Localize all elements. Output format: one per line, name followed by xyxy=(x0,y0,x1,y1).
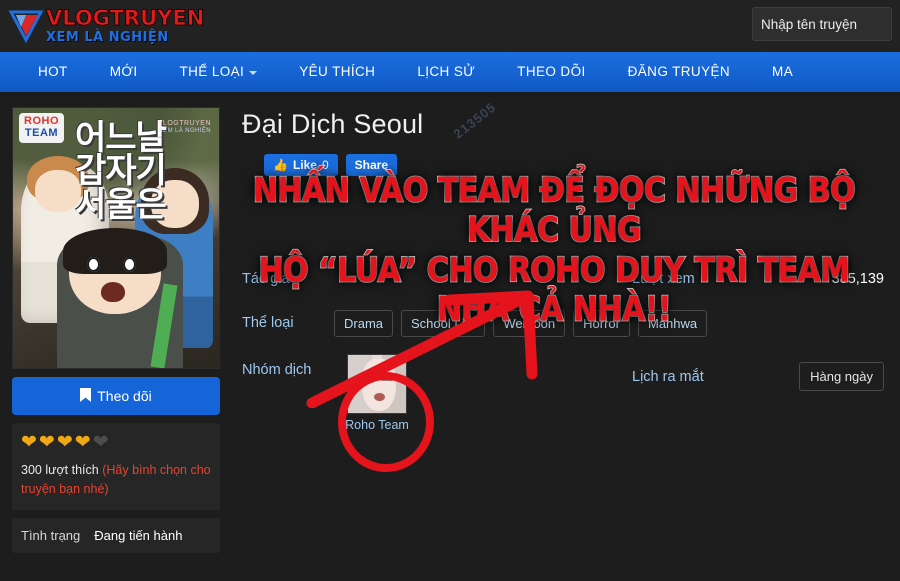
cover-watermark: VLOGTRUYEN XEM LÀ NGHIỆN xyxy=(158,120,211,134)
team-avatar[interactable] xyxy=(347,354,407,414)
site-logo[interactable]: VLOGTRUYEN XEM LÀ NGHIỆN xyxy=(0,6,205,45)
team-avatar-mouth xyxy=(374,393,385,401)
translation-team[interactable]: Roho Team xyxy=(334,354,420,432)
team-avatar-eye-left xyxy=(364,377,374,381)
bookmark-icon xyxy=(80,387,92,405)
heart-icon-5[interactable]: ❤ xyxy=(93,432,111,453)
facebook-like-count: 0 xyxy=(321,158,329,172)
chevron-down-icon xyxy=(249,71,258,75)
schedule-label: Lịch ra mắt xyxy=(632,368,704,385)
nav-label: MỚI xyxy=(109,64,138,79)
facebook-like-label: Like xyxy=(292,158,317,172)
main-nav: HOT MỚI THỂ LOẠI YÊU THÍCH LỊCH SỬ THEO … xyxy=(0,52,900,92)
genre-tag-horror[interactable]: Horror xyxy=(573,309,630,337)
heart-icon-3[interactable]: ❤ xyxy=(57,432,75,453)
nav-item-hot[interactable]: HOT xyxy=(0,52,89,92)
cover-team-badge-line2: TEAM xyxy=(24,127,59,139)
cover-team-badge: ROHO TEAM xyxy=(19,113,64,143)
cover-character-main-eye-left xyxy=(87,257,100,272)
meta-row-author-views: Tác giả Lượt xem 385,139 xyxy=(242,264,890,294)
views-value: 385,139 xyxy=(831,271,884,287)
meta-views-cell: Lượt xem 385,139 xyxy=(632,271,890,287)
schedule-value-button[interactable]: Hàng ngày xyxy=(799,362,884,391)
meta-author-cell: Tác giả xyxy=(242,271,632,287)
status-value: Đang tiến hành xyxy=(94,527,183,543)
author-label: Tác giả xyxy=(242,271,290,287)
meta-row-team-schedule: Nhóm dịch Roho Team Lịch ra mắt Hàng ngà… xyxy=(242,354,890,432)
logo-subtitle: XEM LÀ NGHIỆN xyxy=(46,30,169,45)
cover-team-badge-line1: ROHO xyxy=(24,115,59,127)
comic-sidebar: ROHO TEAM 어느날 갑자기 서울은 VLOGTRUYEN XEM LÀ … xyxy=(12,107,220,553)
likes-panel: ❤❤❤❤❤ 300 lượt thích (Hãy bình chọn cho … xyxy=(12,423,220,510)
cover-korean-title-line2: 갑자기 xyxy=(75,151,167,192)
cover-watermark-line1: VLOGTRUYEN xyxy=(157,120,211,127)
cover-character-main-eye-right xyxy=(123,257,136,272)
nav-label: MA xyxy=(772,64,794,79)
nav-item-theo-doi[interactable]: THEO DÕI xyxy=(496,52,606,92)
nav-label: YÊU THÍCH xyxy=(299,64,376,79)
page-root: VLOGTRUYEN XEM LÀ NGHIỆN HOT MỚI THỂ LOẠ… xyxy=(0,0,900,581)
follow-button-label: Theo dõi xyxy=(97,388,152,404)
logo-title: VLOGTRUYEN xyxy=(46,6,205,30)
likes-count: 300 lượt thích xyxy=(21,463,99,477)
cover-korean-title-line3: 서울은 xyxy=(75,184,167,225)
genre-tag-manhwa[interactable]: Manhwa xyxy=(637,309,708,337)
nav-label: THEO DÕI xyxy=(517,64,586,79)
genre-tag-webtoon[interactable]: Webtoon xyxy=(493,309,566,337)
cover-character-main-hair xyxy=(63,228,167,274)
nav-label: ĐĂNG TRUYỆN xyxy=(627,64,731,79)
comic-details: Đại Dịch Seoul 213505 👍 Like 0 Share Tác… xyxy=(242,99,900,553)
cover-korean-title: 어느날 갑자기 서울은 xyxy=(75,118,167,225)
follow-button[interactable]: Theo dõi xyxy=(12,377,220,415)
status-panel: Tình trạng Đang tiến hành xyxy=(12,517,220,553)
team-name-label[interactable]: Roho Team xyxy=(345,418,409,432)
team-avatar-face xyxy=(362,359,396,411)
cover-character-main-mouth xyxy=(101,282,125,302)
social-buttons: 👍 Like 0 Share xyxy=(264,154,890,176)
nav-item-truncated[interactable]: MA xyxy=(751,52,814,92)
facebook-share-button[interactable]: Share xyxy=(345,154,398,176)
nav-item-yeu-thich[interactable]: YÊU THÍCH xyxy=(278,52,396,92)
rating-hearts[interactable]: ❤❤❤❤❤ xyxy=(21,433,211,452)
nav-item-the-loai[interactable]: THỂ LOẠI xyxy=(158,52,278,92)
thumbs-up-icon: 👍 xyxy=(273,158,288,172)
comic-cover-image[interactable]: ROHO TEAM 어느날 갑자기 서울은 VLOGTRUYEN XEM LÀ … xyxy=(12,107,220,369)
cover-korean-title-line1: 어느날 xyxy=(75,118,167,158)
heart-icon-1[interactable]: ❤ xyxy=(21,432,39,453)
cover-watermark-line2: XEM LÀ NGHIỆN xyxy=(158,127,211,134)
content-area: ROHO TEAM 어느날 갑자기 서울은 VLOGTRUYEN XEM LÀ … xyxy=(0,97,900,553)
search-input[interactable] xyxy=(752,7,892,41)
heart-icon-2[interactable]: ❤ xyxy=(39,432,57,453)
page-title: Đại Dịch Seoul xyxy=(242,109,424,139)
team-label: Nhóm dịch xyxy=(242,362,312,378)
meta-team-cell: Nhóm dịch Roho Team xyxy=(242,354,632,432)
views-label: Lượt xem xyxy=(632,271,695,287)
site-header: VLOGTRUYEN XEM LÀ NGHIỆN xyxy=(0,0,900,52)
meta-schedule-cell: Lịch ra mắt Hàng ngày xyxy=(632,362,890,391)
genre-tag-drama[interactable]: Drama xyxy=(334,309,394,337)
nav-item-moi[interactable]: MỚI xyxy=(89,52,159,92)
team-avatar-eye-right xyxy=(382,377,392,381)
heart-icon-4[interactable]: ❤ xyxy=(75,432,93,453)
facebook-like-button[interactable]: 👍 Like 0 xyxy=(264,154,338,176)
likes-text: 300 lượt thích (Hãy bình chọn cho truyện… xyxy=(21,461,211,499)
nav-item-dang-truyen[interactable]: ĐĂNG TRUYỆN xyxy=(607,52,751,92)
genre-tag-list: Drama School Life Webtoon Horror Manhwa xyxy=(334,309,708,337)
genres-label: Thể loại xyxy=(242,315,294,331)
nav-item-lich-su[interactable]: LỊCH SỬ xyxy=(396,52,496,92)
meta-table: Tác giả Lượt xem 385,139 Thể loại Drama … xyxy=(242,264,890,432)
facebook-share-label: Share xyxy=(354,158,389,172)
play-triangle-icon xyxy=(8,9,44,44)
nav-label: HOT xyxy=(38,64,68,79)
nav-label: THỂ LOẠI xyxy=(179,64,245,79)
genre-tag-school-life[interactable]: School Life xyxy=(401,309,486,337)
nav-label: LỊCH SỬ xyxy=(417,64,476,79)
meta-row-genres: Thể loại Drama School Life Webtoon Horro… xyxy=(242,308,890,338)
status-label: Tình trạng xyxy=(21,527,81,543)
